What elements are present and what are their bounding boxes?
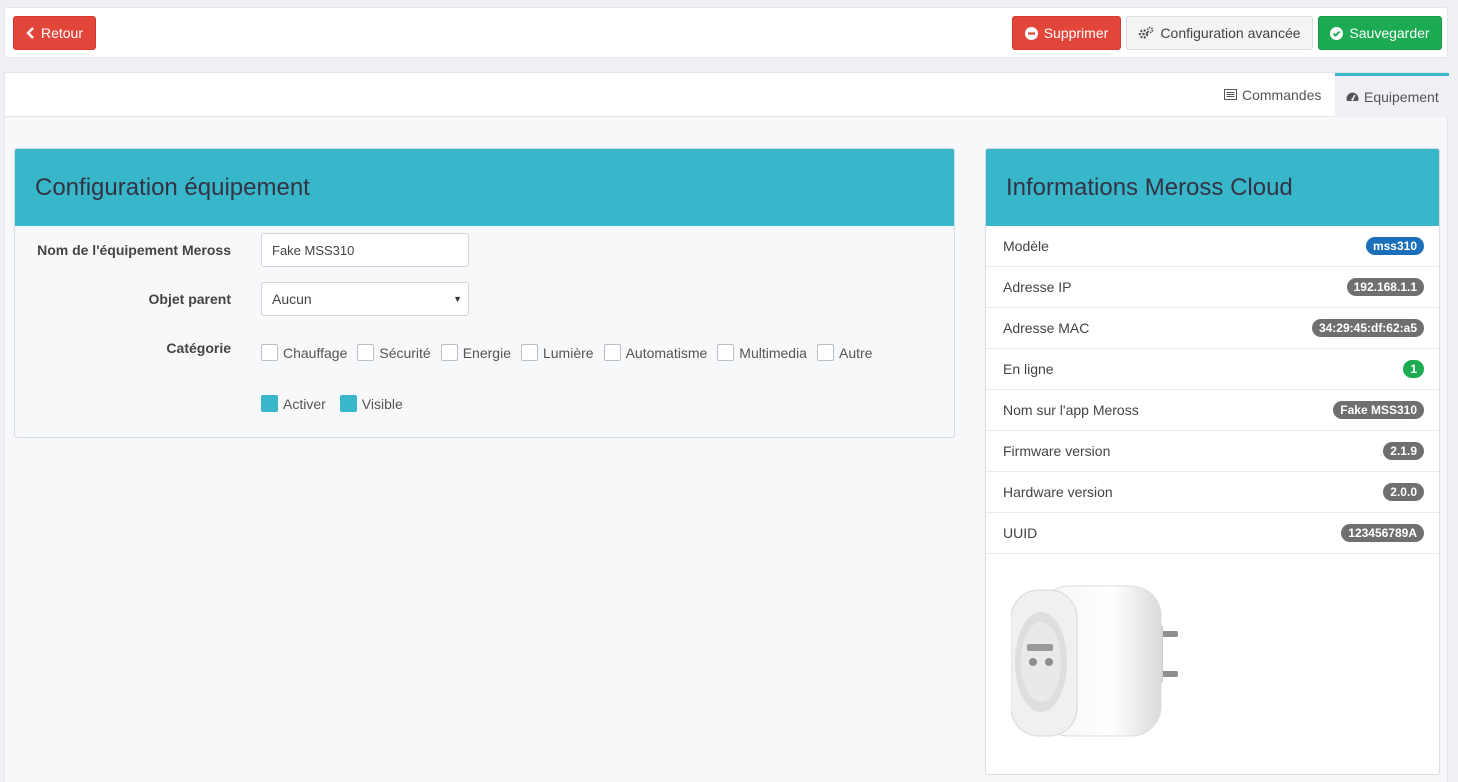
- tab-commands-label: Commandes: [1242, 87, 1322, 103]
- category-label-text: Chauffage: [283, 344, 348, 361]
- activate-checkbox[interactable]: Activer: [261, 395, 326, 412]
- info-row-uuid: UUID 123456789A: [986, 513, 1439, 554]
- checkbox[interactable]: [261, 344, 278, 361]
- info-row-online: En ligne 1: [986, 349, 1439, 390]
- tab-commands[interactable]: Commandes: [1213, 73, 1332, 117]
- category-label-text: Energie: [462, 344, 511, 361]
- minus-circle-icon: [1024, 26, 1038, 40]
- checkbox-checked[interactable]: [339, 395, 357, 412]
- tab-equipment[interactable]: Equipement: [1335, 73, 1449, 117]
- category-label: Catégorie: [166, 340, 231, 356]
- info-label: Firmware version: [1003, 443, 1111, 459]
- info-panel-title: Informations Meross Cloud: [1006, 173, 1293, 201]
- category-multimedia[interactable]: Multimedia: [717, 344, 807, 361]
- save-button[interactable]: Sauvegarder: [1318, 16, 1442, 50]
- online-badge: 1: [1403, 360, 1424, 378]
- back-button[interactable]: Retour: [13, 16, 96, 50]
- app-name-badge: Fake MSS310: [1333, 401, 1424, 419]
- hardware-badge: 2.0.0: [1383, 483, 1424, 501]
- checkbox[interactable]: [520, 344, 538, 361]
- category-energie[interactable]: Energie: [440, 344, 511, 361]
- checkbox-checked[interactable]: [261, 395, 278, 412]
- firmware-badge: 2.1.9: [1383, 442, 1424, 460]
- uuid-badge: 123456789A: [1341, 524, 1424, 542]
- category-lumiere[interactable]: Lumière: [520, 344, 594, 361]
- info-label: Hardware version: [1003, 484, 1113, 500]
- category-securite[interactable]: Sécurité: [357, 344, 431, 361]
- tab-bar: Commandes Equipement: [5, 73, 1449, 117]
- visible-label: Visible: [361, 395, 403, 412]
- cogs-icon: [1138, 26, 1154, 40]
- parent-object-select[interactable]: Aucun ▼: [261, 282, 469, 316]
- info-label: UUID: [1003, 525, 1038, 541]
- equipment-name-input[interactable]: Fake MSS310: [261, 233, 469, 267]
- list-icon: [1224, 87, 1237, 103]
- main-panel: Commandes Equipement Configuration équip…: [4, 72, 1449, 782]
- info-label: Adresse IP: [1003, 279, 1072, 295]
- info-row-model: Modèle mss310: [986, 226, 1439, 267]
- info-label: Nom sur l'app Meross: [1003, 402, 1139, 418]
- caret-down-icon: ▼: [453, 294, 462, 304]
- category-label-text: Multimedia: [739, 344, 807, 361]
- parent-object-value: Aucun: [272, 291, 312, 307]
- top-toolbar: Retour Supprimer Configuration avancée S…: [4, 7, 1448, 58]
- checkbox[interactable]: [816, 344, 834, 361]
- checkbox[interactable]: [603, 344, 621, 361]
- info-row-firmware: Firmware version 2.1.9: [986, 431, 1439, 472]
- tab-equipment-label: Equipement: [1364, 88, 1439, 105]
- category-label-text: Lumière: [542, 344, 594, 361]
- parent-label: Objet parent: [148, 291, 231, 307]
- activate-label: Activer: [283, 395, 326, 412]
- back-button-label: Retour: [40, 25, 84, 41]
- chevron-left-icon: [26, 27, 35, 39]
- checkbox[interactable]: [440, 344, 458, 361]
- info-row-hardware: Hardware version 2.0.0: [986, 472, 1439, 513]
- meross-info-panel: Informations Meross Cloud Modèle mss310 …: [985, 148, 1440, 775]
- info-row-app-name: Nom sur l'app Meross Fake MSS310: [986, 390, 1439, 431]
- info-panel-header: Informations Meross Cloud: [986, 149, 1439, 226]
- visible-checkbox[interactable]: Visible: [339, 395, 403, 412]
- category-automatisme[interactable]: Automatisme: [603, 344, 708, 361]
- info-row-mac: Adresse MAC 34:29:45:df:62:a5: [986, 308, 1439, 349]
- category-label-text: Automatisme: [625, 344, 708, 361]
- checkbox[interactable]: [717, 344, 735, 361]
- model-badge: mss310: [1365, 237, 1424, 255]
- info-label: Adresse MAC: [1003, 320, 1090, 336]
- equipment-config-panel: Configuration équipement Nom de l'équipe…: [14, 148, 955, 438]
- delete-button-label: Supprimer: [1043, 25, 1109, 41]
- category-chauffage[interactable]: Chauffage: [261, 344, 347, 361]
- ip-badge: 192.168.1.1: [1346, 278, 1424, 296]
- config-panel-title: Configuration équipement: [35, 173, 310, 201]
- category-autre[interactable]: Autre: [816, 344, 873, 361]
- category-label-text: Autre: [838, 344, 873, 361]
- mac-badge: 34:29:45:df:62:a5: [1311, 319, 1424, 337]
- checkbox[interactable]: [357, 344, 375, 361]
- advanced-config-button[interactable]: Configuration avancée: [1126, 16, 1313, 50]
- info-label: Modèle: [1003, 238, 1049, 254]
- category-label-text: Sécurité: [379, 344, 431, 361]
- advanced-config-label: Configuration avancée: [1160, 25, 1301, 41]
- info-row-ip: Adresse IP 192.168.1.1: [986, 267, 1439, 308]
- config-panel-header: Configuration équipement: [15, 149, 954, 226]
- delete-button[interactable]: Supprimer: [1012, 16, 1121, 50]
- smart-plug-image: [1010, 584, 1201, 747]
- name-label: Nom de l'équipement Meross: [37, 242, 231, 258]
- save-button-label: Sauvegarder: [1349, 25, 1430, 41]
- tachometer-icon: [1346, 89, 1359, 105]
- check-circle-icon: [1330, 26, 1344, 40]
- category-checkboxes: Chauffage Sécurité Energie Lumière Autom…: [261, 344, 872, 361]
- state-checkboxes: Activer Visible: [261, 395, 403, 412]
- info-label: En ligne: [1003, 361, 1054, 377]
